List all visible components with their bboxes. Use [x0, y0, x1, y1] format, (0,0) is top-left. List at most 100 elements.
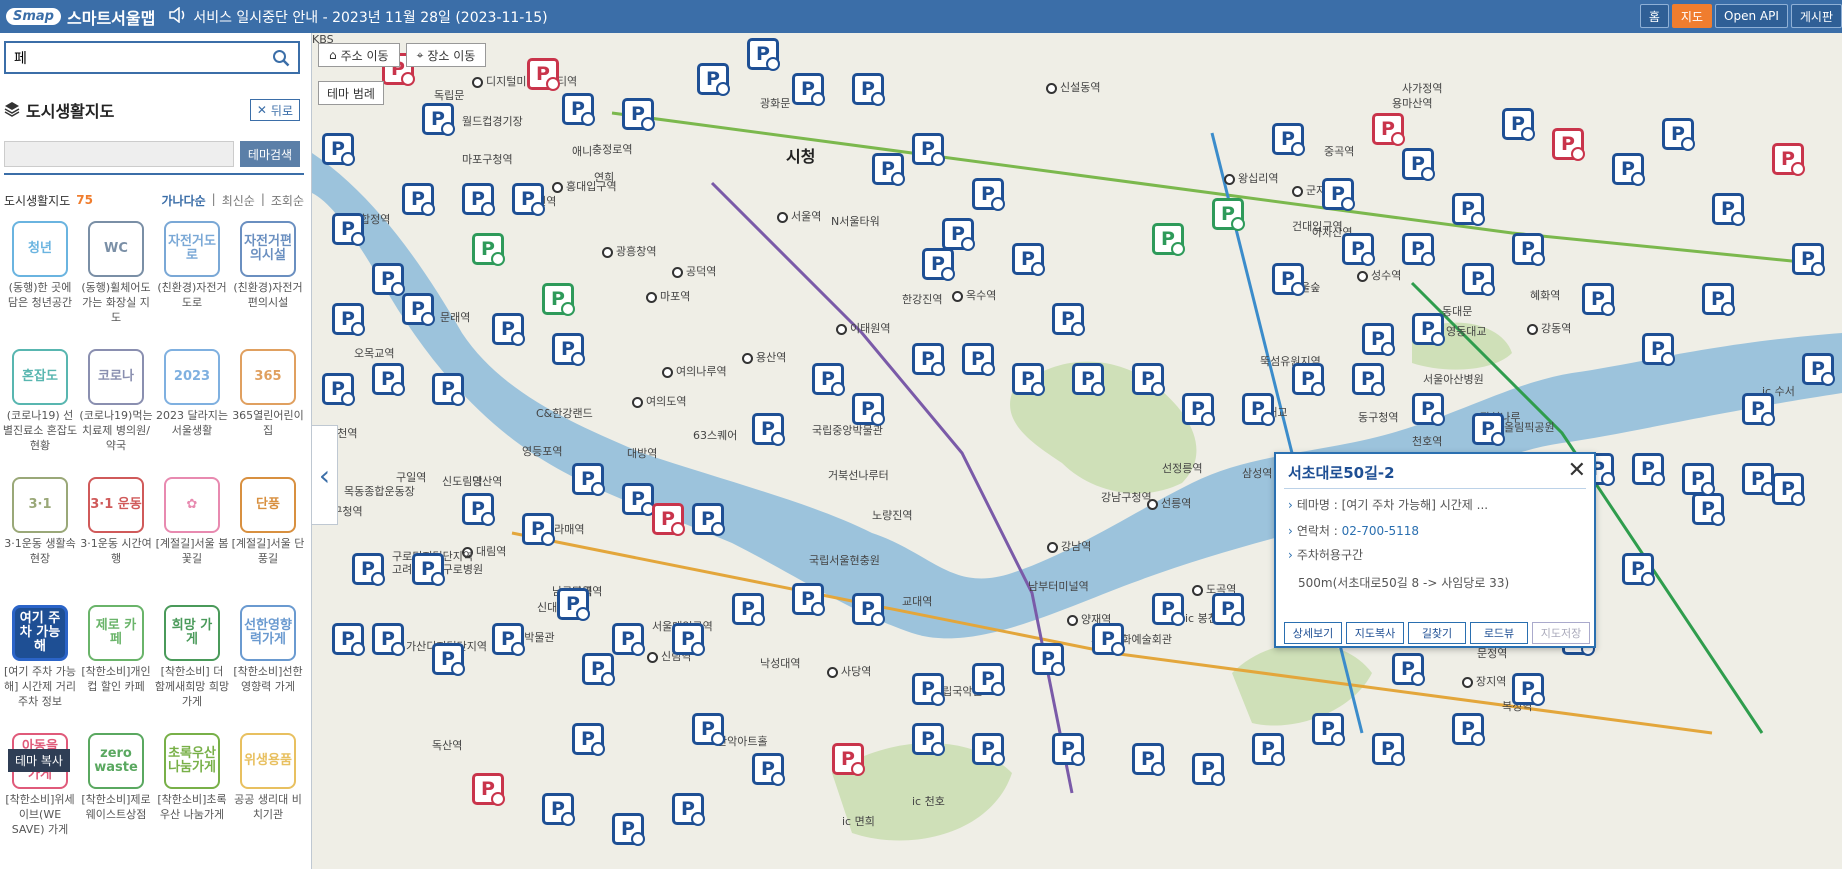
- parking-marker-icon[interactable]: P: [852, 393, 885, 426]
- parking-marker-icon[interactable]: P: [652, 503, 685, 536]
- parking-marker-icon[interactable]: P: [372, 263, 405, 296]
- parking-marker-icon[interactable]: P: [1622, 553, 1655, 586]
- theme-legend-button[interactable]: 테마 범례: [318, 81, 384, 105]
- parking-marker-icon[interactable]: P: [622, 98, 655, 131]
- theme-copy-badge[interactable]: 테마 복사: [8, 749, 70, 772]
- roadview-button[interactable]: 로드뷰: [1470, 622, 1528, 644]
- parking-marker-icon[interactable]: P: [1392, 653, 1425, 686]
- parking-marker-icon[interactable]: P: [1372, 733, 1405, 766]
- parking-marker-icon[interactable]: P: [527, 58, 560, 91]
- sort-alpha[interactable]: 가나다순: [161, 192, 205, 209]
- parking-marker-icon[interactable]: P: [1612, 153, 1645, 186]
- parking-marker-icon[interactable]: P: [1132, 363, 1165, 396]
- parking-marker-icon[interactable]: P: [557, 588, 590, 621]
- parking-marker-icon[interactable]: P: [1632, 453, 1665, 486]
- parking-marker-icon[interactable]: P: [942, 218, 975, 251]
- search-icon[interactable]: [272, 49, 290, 67]
- parking-marker-icon[interactable]: P: [472, 773, 505, 806]
- theme-tile[interactable]: 여기 주차 가능해 [여기 주차 가능해] 시간제 거리 주차 정보: [2, 605, 78, 725]
- parking-marker-icon[interactable]: P: [1072, 363, 1105, 396]
- parking-marker-icon[interactable]: P: [1742, 463, 1775, 496]
- parking-marker-icon[interactable]: P: [692, 713, 725, 746]
- parking-marker-icon[interactable]: P: [1512, 233, 1545, 266]
- parking-marker-icon[interactable]: P: [412, 553, 445, 586]
- parking-marker-icon[interactable]: P: [1272, 263, 1305, 296]
- parking-marker-icon[interactable]: P: [1012, 243, 1045, 276]
- parking-marker-icon[interactable]: P: [552, 333, 585, 366]
- parking-marker-icon[interactable]: P: [1342, 233, 1375, 266]
- theme-tile[interactable]: 2023 2023 달라지는 서울생활: [154, 349, 230, 469]
- parking-marker-icon[interactable]: P: [1802, 353, 1835, 386]
- theme-tile[interactable]: 제로 카페 [착한소비]개인 컵 할인 카페: [78, 605, 154, 725]
- search-input[interactable]: [14, 49, 254, 66]
- theme-tile[interactable]: 초록우산 나눔가게 [착한소비]초록우산 나눔가게: [154, 733, 230, 853]
- parking-marker-icon[interactable]: P: [582, 653, 615, 686]
- parking-marker-icon[interactable]: P: [962, 343, 995, 376]
- parking-marker-icon[interactable]: P: [1372, 113, 1405, 146]
- parking-marker-icon[interactable]: P: [572, 723, 605, 756]
- parking-marker-icon[interactable]: P: [1212, 198, 1245, 231]
- parking-marker-icon[interactable]: P: [322, 373, 355, 406]
- parking-marker-icon[interactable]: P: [1412, 393, 1445, 426]
- parking-marker-icon[interactable]: P: [1452, 713, 1485, 746]
- parking-marker-icon[interactable]: P: [402, 293, 435, 326]
- parking-marker-icon[interactable]: P: [1132, 743, 1165, 776]
- parking-marker-icon[interactable]: P: [332, 623, 365, 656]
- parking-marker-icon[interactable]: P: [912, 723, 945, 756]
- parking-marker-icon[interactable]: P: [1092, 623, 1125, 656]
- parking-marker-icon[interactable]: P: [1362, 323, 1395, 356]
- parking-marker-icon[interactable]: P: [872, 153, 905, 186]
- parking-marker-icon[interactable]: P: [1472, 413, 1505, 446]
- sort-latest[interactable]: 최신순: [222, 192, 255, 209]
- parking-marker-icon[interactable]: P: [792, 583, 825, 616]
- theme-tile[interactable]: 365 365열린어린이집: [230, 349, 306, 469]
- popup-close-icon[interactable]: ✕: [1568, 458, 1586, 483]
- parking-marker-icon[interactable]: P: [1322, 178, 1355, 211]
- parking-marker-icon[interactable]: P: [612, 623, 645, 656]
- theme-tile[interactable]: zero waste [착한소비]제로웨이스트상점: [78, 733, 154, 853]
- parking-marker-icon[interactable]: P: [1192, 753, 1225, 786]
- parking-marker-icon[interactable]: P: [912, 133, 945, 166]
- parking-marker-icon[interactable]: P: [322, 133, 355, 166]
- parking-marker-icon[interactable]: P: [1462, 263, 1495, 296]
- parking-marker-icon[interactable]: P: [462, 183, 495, 216]
- back-button[interactable]: ✕ 뒤로: [249, 99, 300, 121]
- address-move-button[interactable]: ⌂ 주소 이동: [318, 43, 400, 67]
- parking-marker-icon[interactable]: P: [1312, 713, 1345, 746]
- parking-marker-icon[interactable]: P: [1052, 733, 1085, 766]
- place-move-button[interactable]: ⌖ 장소 이동: [405, 43, 487, 67]
- map-view[interactable]: 디지털미디어시티역월드컵경기장마포구청역망원역합정역홍대입구역광흥창역공덕역마포…: [312, 33, 1842, 869]
- parking-marker-icon[interactable]: P: [812, 363, 845, 396]
- parking-marker-icon[interactable]: P: [752, 753, 785, 786]
- theme-tile[interactable]: 자전거도로 (친환경)자전거 도로: [154, 221, 230, 341]
- sidebar-collapse-button[interactable]: ‹: [312, 425, 338, 525]
- parking-marker-icon[interactable]: P: [747, 38, 780, 71]
- theme-tile[interactable]: 3·1 3·1운동 생활속 현장: [2, 477, 78, 597]
- parking-marker-icon[interactable]: P: [472, 233, 505, 266]
- parking-marker-icon[interactable]: P: [1242, 393, 1275, 426]
- parking-marker-icon[interactable]: P: [1272, 123, 1305, 156]
- nav-home[interactable]: 홈: [1639, 4, 1669, 28]
- parking-marker-icon[interactable]: P: [672, 623, 705, 656]
- nav-map[interactable]: 지도: [1671, 4, 1713, 28]
- parking-marker-icon[interactable]: P: [1402, 233, 1435, 266]
- parking-marker-icon[interactable]: P: [1292, 363, 1325, 396]
- nav-board[interactable]: 게시판: [1790, 4, 1842, 28]
- parking-marker-icon[interactable]: P: [1642, 333, 1675, 366]
- parking-marker-icon[interactable]: P: [352, 553, 385, 586]
- directions-button[interactable]: 길찾기: [1408, 622, 1466, 644]
- parking-marker-icon[interactable]: P: [752, 413, 785, 446]
- parking-marker-icon[interactable]: P: [912, 343, 945, 376]
- parking-marker-icon[interactable]: P: [512, 183, 545, 216]
- parking-marker-icon[interactable]: P: [1662, 118, 1695, 151]
- parking-marker-icon[interactable]: P: [402, 183, 435, 216]
- notice-banner[interactable]: 서비스 일시중단 안내 - 2023년 11월 28일 (2023-11-15): [169, 5, 548, 27]
- parking-marker-icon[interactable]: P: [852, 593, 885, 626]
- parking-marker-icon[interactable]: P: [542, 283, 575, 316]
- parking-marker-icon[interactable]: P: [792, 73, 825, 106]
- parking-marker-icon[interactable]: P: [1412, 313, 1445, 346]
- parking-marker-icon[interactable]: P: [542, 793, 575, 826]
- theme-tile[interactable]: 자전거편의시설 (친환경)자전거 편의시설: [230, 221, 306, 341]
- detail-button[interactable]: 상세보기: [1284, 622, 1342, 644]
- map-save-button[interactable]: 지도저장: [1532, 622, 1590, 644]
